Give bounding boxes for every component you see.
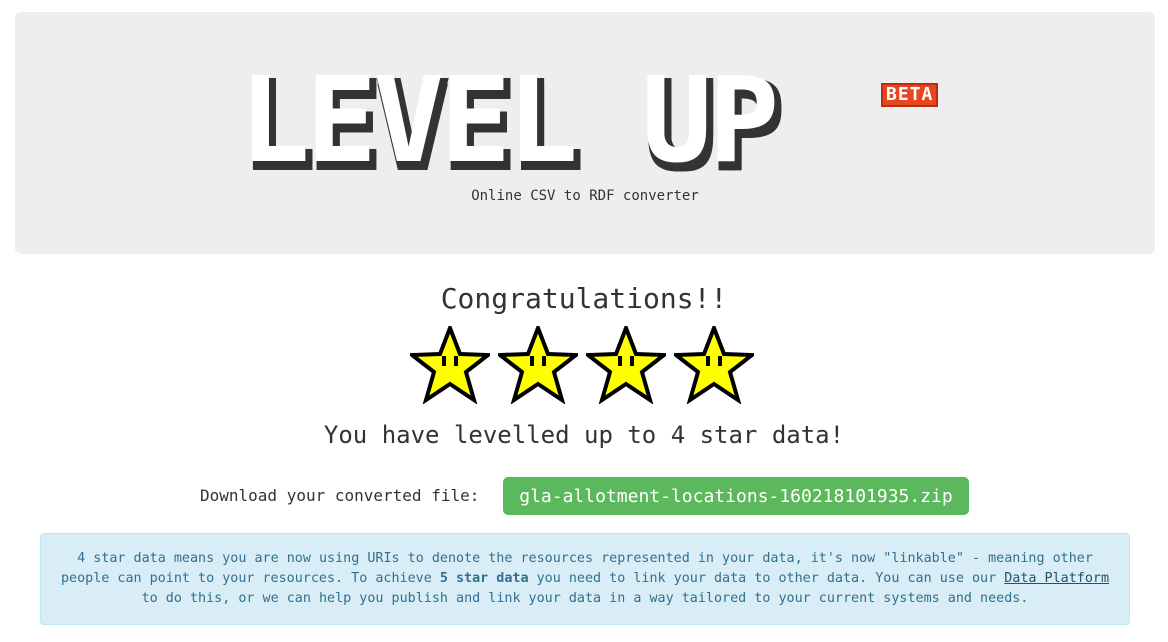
- info-alert: 4 star data means you are now using URIs…: [40, 533, 1130, 625]
- star-rating: [410, 326, 760, 404]
- hero-banner: LEVEL UP LEVEL UP BETA Online CSV to RDF…: [15, 12, 1155, 254]
- download-label: Download your converted file:: [200, 486, 480, 505]
- beta-badge: BETA: [881, 83, 939, 107]
- download-file-button[interactable]: gla-allotment-locations-160218101935.zip: [503, 477, 969, 515]
- congrats-heading: Congratulations!!: [440, 282, 728, 315]
- star-icon: [586, 326, 666, 404]
- star-icon: [498, 326, 578, 404]
- info-text: you need to link your data to other data…: [528, 571, 1005, 586]
- star-icon: [674, 326, 754, 404]
- star-icon: [410, 326, 490, 404]
- logo: LEVEL UP LEVEL UP BETA: [225, 61, 965, 188]
- info-bold: 5 star data: [439, 571, 529, 586]
- logo-text: LEVEL UP: [239, 51, 779, 189]
- info-text: to do this, or we can help you publish a…: [141, 591, 1029, 606]
- level-up-message: You have levelled up to 4 star data!: [323, 421, 845, 449]
- data-platform-link[interactable]: Data Platform: [1004, 571, 1109, 586]
- tagline: Online CSV to RDF converter: [471, 188, 699, 204]
